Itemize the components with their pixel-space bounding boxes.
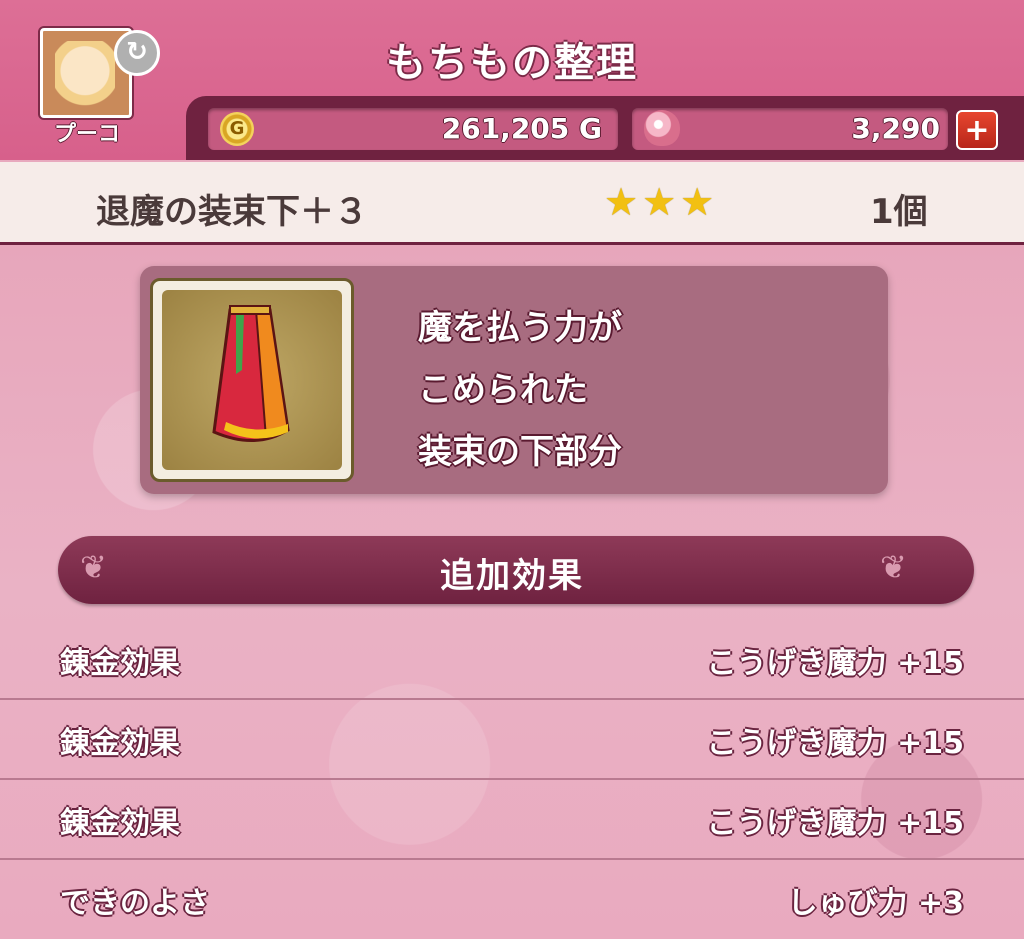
quality-value: しゅび力 +3 xyxy=(787,886,964,921)
star-rating-icon: ★★★ xyxy=(604,180,719,224)
item-description-line-1: 魔を払う力が xyxy=(418,308,622,348)
effect-value: こうげき魔力 +15 xyxy=(706,726,964,761)
effect-row: 錬金効果 こうげき魔力 +15 xyxy=(0,618,1024,700)
effect-label: 錬金効果 xyxy=(60,646,180,681)
effect-value: こうげき魔力 +15 xyxy=(706,806,964,841)
extra-effects-title: 追加効果 xyxy=(440,556,584,596)
item-description-line-3: 装束の下部分 xyxy=(418,432,622,472)
quality-label: できのよさ xyxy=(60,886,210,921)
item-name: 退魔の装束下＋３ xyxy=(96,192,368,232)
switch-character-icon[interactable]: ↻ xyxy=(114,30,160,76)
item-description-line-2: こめられた xyxy=(418,370,588,410)
gem-icon xyxy=(644,110,680,146)
effect-label: 錬金効果 xyxy=(60,806,180,841)
effect-value: こうげき魔力 +15 xyxy=(706,646,964,681)
item-count: 1個 xyxy=(870,192,928,232)
effect-label: 錬金効果 xyxy=(60,726,180,761)
gem-amount: 3,290 xyxy=(851,112,940,145)
effect-row: 錬金効果 こうげき魔力 +15 xyxy=(0,778,1024,860)
avatar-face-icon xyxy=(55,41,115,107)
quality-row: できのよさ しゅび力 +3 xyxy=(0,858,1024,938)
effect-row: 錬金効果 こうげき魔力 +15 xyxy=(0,698,1024,780)
skirt-icon xyxy=(212,305,290,442)
gold-amount: 261,205 G xyxy=(441,112,602,145)
add-gems-button[interactable]: + xyxy=(956,110,998,150)
player-name: プーコ xyxy=(53,122,120,147)
gold-coin-icon: G xyxy=(220,112,254,146)
